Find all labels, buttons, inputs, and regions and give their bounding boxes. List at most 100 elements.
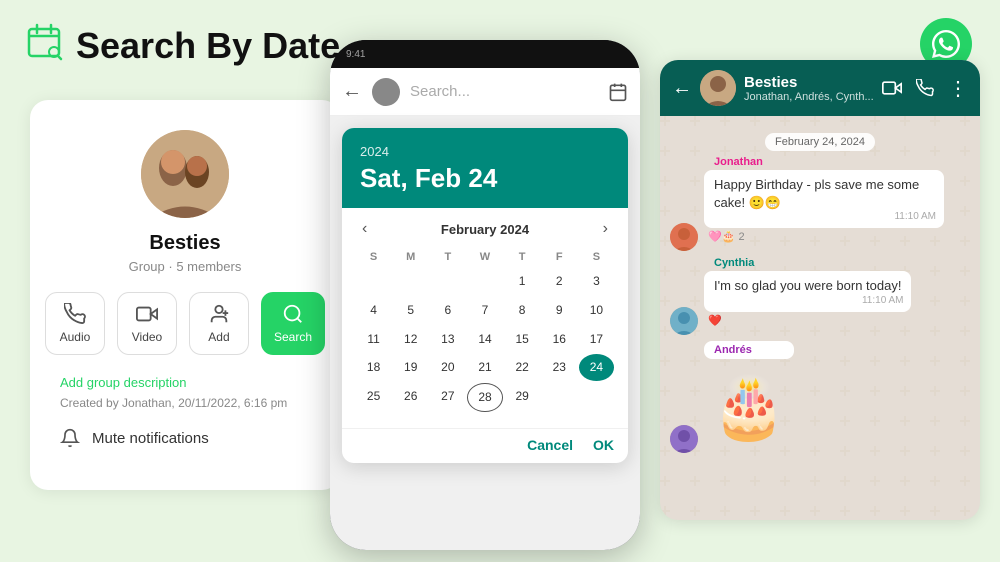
group-name: Besties <box>149 232 220 255</box>
calendar-day[interactable]: 11 <box>356 326 391 353</box>
calendar-day[interactable]: 17 <box>579 326 614 353</box>
chat-name: Besties <box>744 74 874 91</box>
calendar-day <box>393 268 428 295</box>
calendar-day[interactable]: 6 <box>430 297 465 324</box>
calendar-search-icon <box>26 22 66 70</box>
jonathan-message: Jonathan Happy Birthday - pls save me so… <box>704 156 944 243</box>
cynthia-message-row: Cynthia I'm so glad you were born today!… <box>670 257 970 334</box>
chat-avatar <box>700 70 736 106</box>
calendar-day[interactable]: 27 <box>430 383 465 412</box>
phone-panel: 9:41 ← Search... 2024 Sat, Feb 24 <box>330 40 640 550</box>
chat-actions: ⋮ <box>882 76 968 101</box>
calendar-day[interactable]: 28 <box>467 383 502 412</box>
calendar-day[interactable]: 21 <box>467 354 502 381</box>
search-icon <box>282 303 304 325</box>
cancel-button[interactable]: Cancel <box>527 437 573 453</box>
add-label: Add <box>208 330 229 344</box>
chat-panel: ← Besties Jonathan, Andrés, Cynth... ⋮ F… <box>660 60 980 520</box>
calendar-day[interactable]: 9 <box>542 297 577 324</box>
calendar-day[interactable]: 29 <box>505 383 540 412</box>
phone-call-icon[interactable] <box>916 79 934 97</box>
calendar-day[interactable]: 23 <box>542 354 577 381</box>
search-placeholder[interactable]: Search... <box>410 83 598 100</box>
calendar-day[interactable]: 12 <box>393 326 428 353</box>
cynthia-avatar <box>670 307 698 335</box>
calendar-day[interactable]: 26 <box>393 383 428 412</box>
jonathan-message-time: 11:10 AM <box>894 210 936 224</box>
jonathan-avatar <box>670 223 698 251</box>
calendar-day[interactable]: 19 <box>393 354 428 381</box>
cynthia-sender-name: Cynthia <box>704 257 911 269</box>
video-icon <box>136 303 158 325</box>
calendar-day <box>430 268 465 295</box>
mute-label: Mute notifications <box>92 430 209 447</box>
date-badge: February 24, 2024 <box>670 132 970 150</box>
calendar-day[interactable]: 8 <box>505 297 540 324</box>
andres-message-group: Andrés 🎂 <box>704 341 794 453</box>
calendar-day[interactable]: 7 <box>467 297 502 324</box>
phone-screen: ← Search... 2024 Sat, Feb 24 ‹ February <box>330 68 640 550</box>
calendar-day[interactable]: 20 <box>430 354 465 381</box>
calendar-day[interactable]: 16 <box>542 326 577 353</box>
calendar-day[interactable]: 25 <box>356 383 391 412</box>
cynthia-message-reactions: ❤️ <box>704 314 911 327</box>
add-person-icon <box>208 303 230 325</box>
chat-back-button[interactable]: ← <box>672 77 692 100</box>
calendar-day-header: T <box>505 248 540 266</box>
bell-icon <box>60 428 80 448</box>
calendar-date-display: Sat, Feb 24 <box>360 163 610 194</box>
calendar-day[interactable]: 13 <box>430 326 465 353</box>
cynthia-message: Cynthia I'm so glad you were born today!… <box>704 257 911 326</box>
calendar-header: 2024 Sat, Feb 24 <box>342 128 628 208</box>
audio-label: Audio <box>60 330 91 344</box>
calendar-body: ‹ February 2024 › SMTWTFS123456789101112… <box>342 208 628 428</box>
audio-button[interactable]: Audio <box>45 292 105 355</box>
andres-avatar <box>670 425 698 453</box>
calendar-day[interactable]: 18 <box>356 354 391 381</box>
add-button[interactable]: Add <box>189 292 249 355</box>
calendar-day[interactable]: 14 <box>467 326 502 353</box>
add-description-link[interactable]: Add group description <box>60 375 186 390</box>
calendar-dialog: 2024 Sat, Feb 24 ‹ February 2024 › SMTWT… <box>342 128 628 463</box>
chat-members: Jonathan, Andrés, Cynth... <box>744 91 874 103</box>
calendar-day-header: S <box>356 248 391 266</box>
prev-month-button[interactable]: ‹ <box>356 218 373 240</box>
chat-info: Besties Jonathan, Andrés, Cynth... <box>744 74 874 103</box>
cynthia-message-time: 11:10 AM <box>862 294 904 308</box>
phone-status-bar: 9:41 <box>330 40 640 68</box>
video-button[interactable]: Video <box>117 292 177 355</box>
calendar-month-label: February 2024 <box>441 222 529 237</box>
group-info-panel: Besties Group · 5 members Audio Video Ad… <box>30 100 340 490</box>
calendar-day-header: S <box>579 248 614 266</box>
calendar-day[interactable]: 10 <box>579 297 614 324</box>
andres-sticker: 🎂 <box>704 363 794 453</box>
ok-button[interactable]: OK <box>593 437 614 453</box>
jonathan-message-row: Jonathan Happy Birthday - pls save me so… <box>670 156 970 251</box>
video-call-icon[interactable] <box>882 78 902 98</box>
calendar-day[interactable]: 1 <box>505 268 540 295</box>
phone-icon <box>64 303 86 325</box>
jonathan-sender-name: Jonathan <box>704 156 944 168</box>
calendar-grid: SMTWTFS123456789101112131415161718192021… <box>356 248 614 412</box>
calendar-day[interactable]: 22 <box>505 354 540 381</box>
page-header: Search By Date <box>26 22 340 70</box>
next-month-button[interactable]: › <box>597 218 614 240</box>
back-icon[interactable]: ← <box>342 80 362 103</box>
calendar-day[interactable]: 5 <box>393 297 428 324</box>
andres-message-row: Andrés 🎂 <box>670 341 970 453</box>
calendar-day-header: M <box>393 248 428 266</box>
calendar-day[interactable]: 4 <box>356 297 391 324</box>
calendar-day[interactable]: 15 <box>505 326 540 353</box>
jonathan-message-content: Happy Birthday - pls save me some cake! … <box>704 170 944 228</box>
calendar-day[interactable]: 3 <box>579 268 614 295</box>
calendar-day[interactable]: 2 <box>542 268 577 295</box>
calendar-nav: ‹ February 2024 › <box>356 218 614 240</box>
mute-row: Mute notifications <box>60 428 209 448</box>
calendar-day[interactable]: 24 <box>579 354 614 381</box>
more-options-icon[interactable]: ⋮ <box>948 76 968 101</box>
calendar-year: 2024 <box>360 144 610 159</box>
video-label: Video <box>132 330 162 344</box>
calendar-icon-right[interactable] <box>608 82 628 102</box>
search-button[interactable]: Search <box>261 292 325 355</box>
chat-header: ← Besties Jonathan, Andrés, Cynth... ⋮ <box>660 60 980 116</box>
